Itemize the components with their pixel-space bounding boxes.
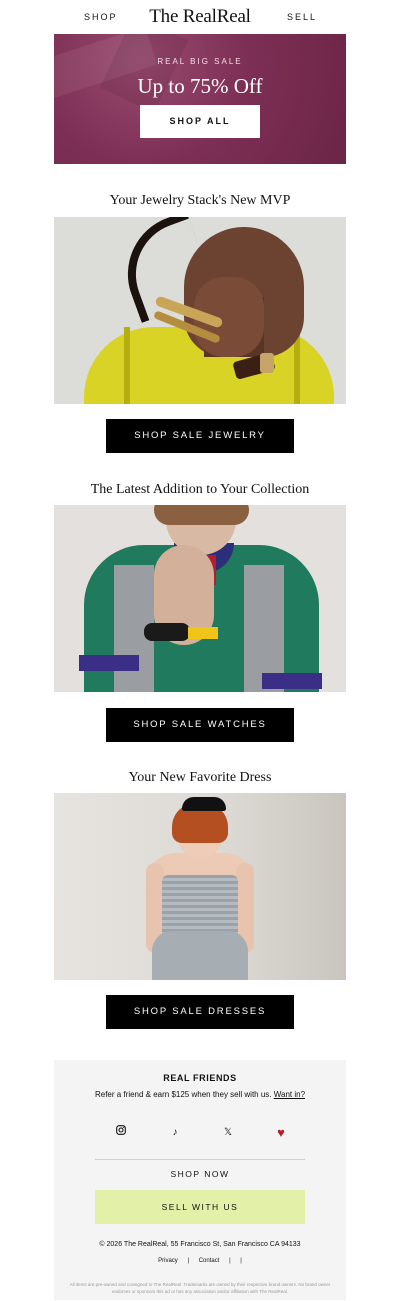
want-in-link[interactable]: Want in? [274,1090,305,1099]
referral-text: Refer a friend & earn $125 when they sel… [54,1090,346,1099]
heart-icon[interactable]: ♥ [273,1125,289,1141]
photo-shape [124,327,130,404]
shop-all-button[interactable]: SHOP ALL [140,105,260,138]
photo-shape [79,655,139,671]
brand-logo[interactable]: The RealReal [0,6,400,28]
dress-model-photo[interactable] [54,793,346,980]
instagram-icon[interactable] [113,1125,129,1141]
photo-shape [188,627,218,639]
privacy-link[interactable]: Privacy [158,1258,178,1264]
shop-now-link[interactable]: SHOP NOW [54,1169,346,1179]
sale-hero-banner[interactable]: REAL BIG SALE Up to 75% Off SHOP ALL [54,34,346,164]
hero-eyebrow: REAL BIG SALE [157,57,243,66]
divider [95,1159,305,1160]
top-nav: SHOP The RealReal SELL [0,0,400,34]
photo-shape [162,875,238,935]
footer-panel: REAL FRIENDS Refer a friend & earn $125 … [54,1060,346,1300]
copyright-text: © 2026 The RealReal, 55 Francisco St, Sa… [99,1241,301,1248]
jewelry-model-photo[interactable] [54,217,346,404]
section-title-dresses: Your New Favorite Dress [128,770,272,785]
link-separator: | [229,1258,231,1264]
x-icon[interactable]: 𝕏 [220,1125,236,1141]
hero-headline: Up to 75% Off [137,74,263,98]
footer-links: Privacy | Contact | | [54,1258,346,1264]
section-title-jewelry: Your Jewelry Stack's New MVP [109,193,291,208]
real-friends-title: REAL FRIENDS [163,1073,237,1083]
photo-shape [262,673,322,689]
photo-shape [260,353,274,373]
section-title-watches: The Latest Addition to Your Collection [90,482,310,497]
legal-disclaimer: All items are pre-owned and consigned to… [69,1282,331,1294]
photo-shape [154,505,249,525]
sell-with-us-button[interactable]: SELL WITH US [95,1190,305,1224]
photo-shape [152,931,248,980]
shop-sale-watches-button[interactable]: SHOP SALE WATCHES [106,708,294,742]
referral-copy: Refer a friend & earn $125 when they sel… [94,1090,272,1099]
watches-model-photo[interactable] [54,505,346,692]
shop-sale-dresses-button[interactable]: SHOP SALE DRESSES [106,995,294,1029]
photo-shape [182,797,226,811]
link-separator: | [240,1258,242,1264]
contact-link[interactable]: Contact [199,1258,220,1264]
nav-sell-link[interactable]: SELL [287,12,317,22]
shop-sale-jewelry-button[interactable]: SHOP SALE JEWELRY [106,419,294,453]
tiktok-icon[interactable]: ♪ [167,1125,183,1141]
link-separator: | [187,1258,190,1264]
social-icons: ♪ 𝕏 ♥ [54,1125,346,1141]
photo-shape [144,623,190,641]
